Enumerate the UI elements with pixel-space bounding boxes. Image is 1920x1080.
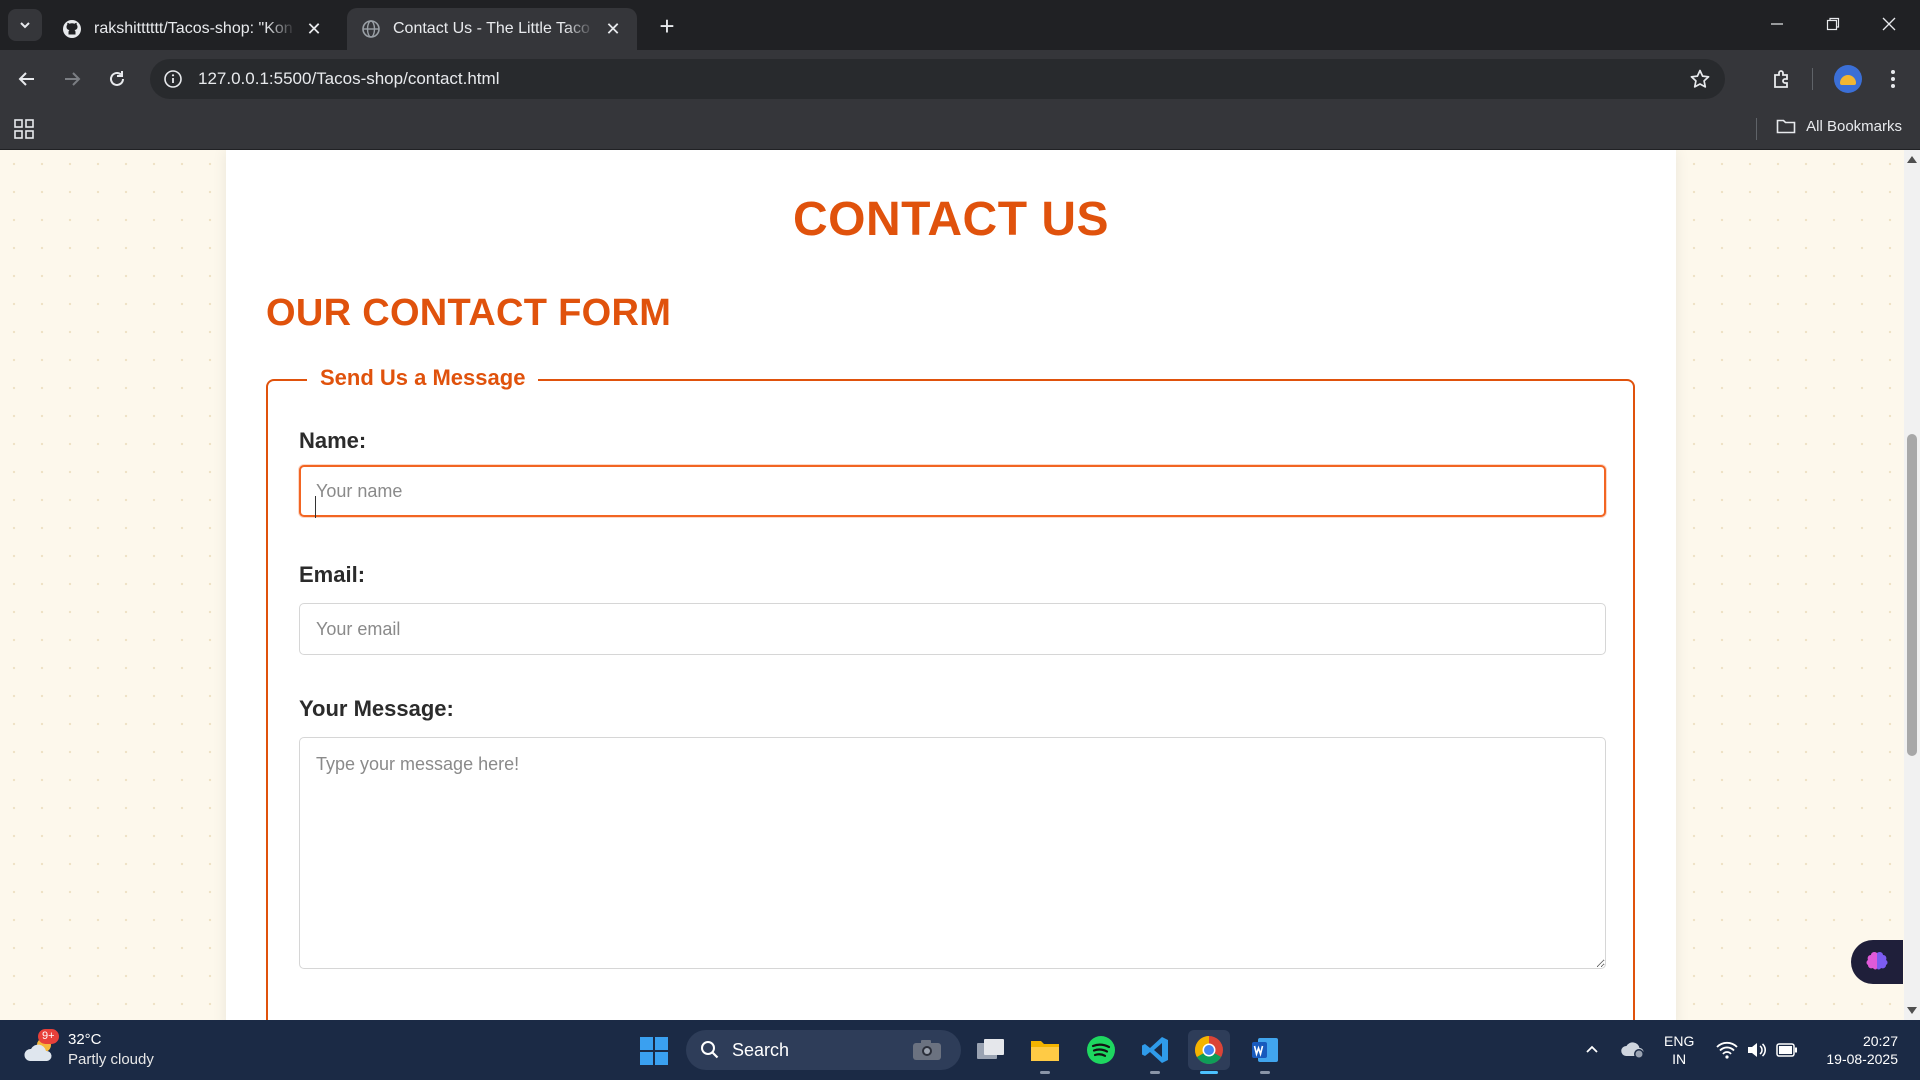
- extensions-button[interactable]: [1765, 62, 1799, 96]
- chrome-icon: [1195, 1036, 1223, 1064]
- reload-button[interactable]: [100, 62, 134, 96]
- email-label: Email:: [299, 562, 366, 587]
- file-explorer-button[interactable]: [1024, 1030, 1066, 1074]
- tab-search-button[interactable]: [8, 9, 42, 41]
- clock-date: 19-08-2025: [1826, 1051, 1898, 1067]
- back-button[interactable]: [10, 62, 44, 96]
- task-view-button[interactable]: [970, 1030, 1012, 1070]
- chevron-up-icon: [1586, 1045, 1598, 1053]
- page-title: CONTACT US: [792, 193, 1110, 246]
- word-button[interactable]: [1244, 1030, 1286, 1074]
- bookmarks-divider: [1756, 118, 1757, 140]
- toolbar-divider: [1812, 68, 1813, 90]
- scroll-up-arrow-icon[interactable]: [1907, 156, 1917, 163]
- partly-cloudy-icon: 9+: [22, 1029, 60, 1069]
- arrow-right-icon: [65, 72, 81, 86]
- bookmark-star-icon[interactable]: [1689, 68, 1711, 95]
- message-textarea[interactable]: [299, 737, 1606, 969]
- language-region: IN: [1672, 1051, 1687, 1067]
- windows-logo-icon: [640, 1037, 653, 1050]
- weather-temp: 32°C: [68, 1031, 102, 1048]
- content-card: CONTACT US OUR CONTACT FORM Send Us a Me…: [226, 150, 1676, 1020]
- tab-title: rakshitttttt/Tacos-shop: "Kon hai: [94, 20, 296, 37]
- menu-button[interactable]: [1876, 62, 1910, 96]
- folder-icon: [1776, 119, 1796, 134]
- github-icon: [62, 19, 82, 39]
- contact-form: Send Us a Message Name: Email: Your Mess…: [266, 365, 1635, 1020]
- page-scrollbar[interactable]: [1904, 150, 1920, 1020]
- tab-github[interactable]: rakshitttttt/Tacos-shop: "Kon hai ✕: [48, 8, 338, 50]
- language-indicator[interactable]: ENG IN: [1664, 1032, 1694, 1068]
- camera-icon: [913, 1040, 941, 1060]
- taskbar-search[interactable]: Search: [686, 1030, 961, 1070]
- close-icon[interactable]: ✕: [603, 19, 623, 39]
- vscode-icon: [1142, 1037, 1168, 1063]
- form-legend: Send Us a Message: [307, 365, 539, 391]
- reload-icon: [110, 71, 124, 86]
- language-code: ENG: [1664, 1033, 1695, 1049]
- forward-button[interactable]: [55, 62, 89, 96]
- section-title: OUR CONTACT FORM: [266, 292, 672, 334]
- tab-strip: rakshitttttt/Tacos-shop: "Kon hai ✕ Cont…: [0, 0, 1920, 50]
- restore-button[interactable]: [1808, 6, 1858, 42]
- page-viewport: CONTACT US OUR CONTACT FORM Send Us a Me…: [0, 150, 1904, 1020]
- spotify-icon: [1087, 1036, 1115, 1064]
- site-info-icon[interactable]: [162, 68, 184, 90]
- weather-badge: 9+: [38, 1029, 59, 1044]
- name-input[interactable]: [299, 465, 1606, 517]
- system-clock[interactable]: 20:27 19-08-2025: [1826, 1032, 1898, 1068]
- more-vert-icon: [1891, 70, 1895, 88]
- profile-avatar[interactable]: [1834, 65, 1862, 93]
- browser-toolbar: 127.0.0.1:5500/Tacos-shop/contact.html: [0, 50, 1920, 108]
- scrollbar-thumb[interactable]: [1907, 434, 1917, 756]
- new-tab-button[interactable]: +: [652, 11, 682, 41]
- restore-icon: [1826, 17, 1840, 31]
- spotify-button[interactable]: [1080, 1030, 1122, 1070]
- clock-time: 20:27: [1862, 1033, 1898, 1049]
- minimize-icon: [1771, 23, 1783, 25]
- brain-icon: [1866, 951, 1888, 970]
- word-icon: [1252, 1038, 1278, 1062]
- all-bookmarks-button[interactable]: All Bookmarks: [1776, 117, 1902, 135]
- text-caret: [315, 496, 316, 518]
- task-view-icon: [977, 1039, 1004, 1059]
- onedrive-icon[interactable]: [1620, 1020, 1646, 1080]
- chrome-button[interactable]: [1188, 1030, 1230, 1074]
- battery-icon[interactable]: [1776, 1020, 1798, 1080]
- taskbar: 9+ 32°C Partly cloudy Search ENG IN 20:2…: [0, 1020, 1920, 1080]
- all-bookmarks-label: All Bookmarks: [1806, 117, 1902, 135]
- email-input[interactable]: [299, 603, 1606, 655]
- chevron-down-icon: [20, 22, 30, 29]
- tab-title: Contact Us - The Little Taco Shop: [393, 20, 595, 37]
- close-icon[interactable]: ✕: [304, 19, 324, 39]
- address-bar[interactable]: 127.0.0.1:5500/Tacos-shop/contact.html: [150, 59, 1725, 99]
- arrow-left-icon: [18, 72, 34, 86]
- vscode-button[interactable]: [1134, 1030, 1176, 1074]
- search-icon: [701, 1041, 719, 1059]
- folder-icon: [1031, 1041, 1059, 1061]
- scroll-down-arrow-icon[interactable]: [1907, 1007, 1917, 1014]
- minimize-button[interactable]: [1752, 6, 1802, 42]
- weather-condition: Partly cloudy: [68, 1051, 154, 1068]
- url-text: 127.0.0.1:5500/Tacos-shop/contact.html: [198, 69, 500, 88]
- volume-icon[interactable]: [1746, 1020, 1766, 1080]
- windows-start-button[interactable]: [640, 1037, 668, 1065]
- close-window-button[interactable]: [1864, 6, 1914, 42]
- weather-widget[interactable]: 9+ 32°C Partly cloudy: [22, 1029, 154, 1070]
- wifi-icon[interactable]: [1716, 1020, 1738, 1080]
- globe-icon: [361, 19, 381, 39]
- name-label: Name:: [299, 428, 367, 453]
- tab-contact-us[interactable]: Contact Us - The Little Taco Shop ✕: [347, 8, 637, 50]
- bookmarks-bar: All Bookmarks: [0, 108, 1920, 150]
- close-icon: [1882, 17, 1896, 31]
- assistant-floating-button[interactable]: [1851, 940, 1903, 984]
- search-label: Search: [732, 1039, 790, 1060]
- apps-grid-icon[interactable]: [14, 119, 34, 144]
- puzzle-icon: [1774, 70, 1788, 88]
- message-label: Your Message:: [299, 696, 454, 721]
- show-hidden-icons-button[interactable]: [1584, 1020, 1600, 1080]
